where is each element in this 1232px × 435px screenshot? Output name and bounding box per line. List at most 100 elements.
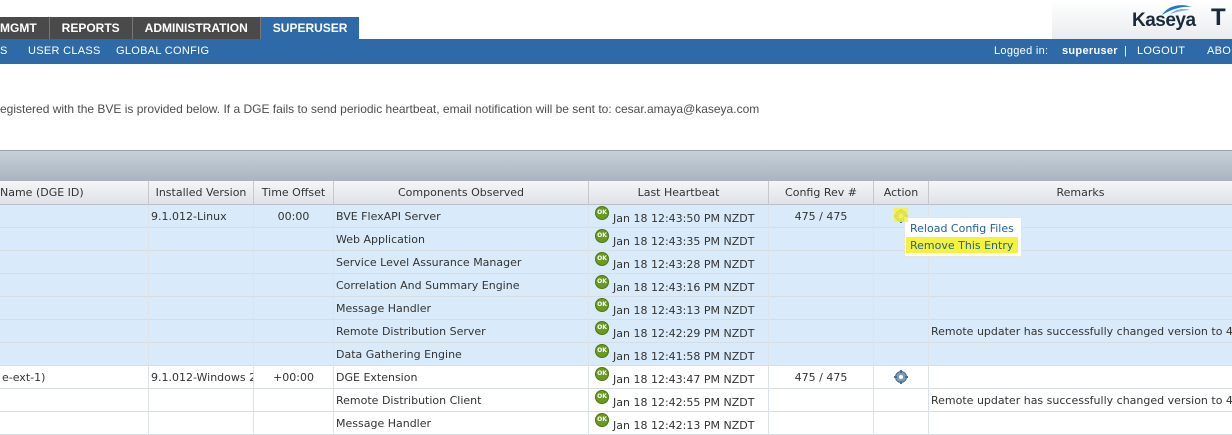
col-components-observed[interactable]: Components Observed bbox=[334, 181, 589, 205]
cell-rev bbox=[769, 320, 874, 343]
table-row[interactable]: Remote Distribution Client OK Jan 18 12:42… bbox=[0, 389, 1232, 412]
cell-heartbeat: OK Jan 18 12:42:55 PM NZDT bbox=[589, 389, 769, 412]
grid-title-bar bbox=[0, 150, 1232, 181]
cell-name bbox=[0, 251, 149, 274]
table-row[interactable]: Service Level Assurance Manager OK Jan 18 … bbox=[0, 251, 1232, 274]
reload-config-files-item[interactable]: Reload Config Files bbox=[910, 222, 1014, 235]
col-installed-version[interactable]: Installed Version bbox=[149, 181, 254, 205]
cell-action bbox=[874, 389, 929, 412]
subnav-item-user-class[interactable]: USER CLASS bbox=[28, 39, 101, 64]
col-name[interactable]: Name (DGE ID) bbox=[0, 181, 149, 205]
col-config-rev[interactable]: Config Rev # bbox=[769, 181, 874, 205]
heartbeat-text: Jan 18 12:41:58 PM NZDT bbox=[613, 350, 755, 363]
cell-heartbeat: OK Jan 18 12:43:13 PM NZDT bbox=[589, 297, 769, 320]
top-bar: MGMT REPORTS ADMINISTRATION SUPERUSER Ka… bbox=[0, 0, 1232, 39]
cell-name bbox=[0, 274, 149, 297]
cell-component: Data Gathering Engine bbox=[334, 343, 589, 366]
action-icon-highlight bbox=[894, 208, 908, 222]
action-context-menu: Reload Config Files Remove This Entry bbox=[904, 217, 1022, 257]
cell-rev bbox=[769, 297, 874, 320]
tab-reports[interactable]: REPORTS bbox=[49, 17, 133, 39]
gear-icon[interactable] bbox=[894, 370, 908, 384]
cell-offset bbox=[254, 274, 334, 297]
col-time-offset[interactable]: Time Offset bbox=[254, 181, 334, 205]
heartbeat-text: Jan 18 12:42:55 PM NZDT bbox=[613, 396, 755, 409]
table-row[interactable]: e-ext-1) 9.1.012-Windows 2 +00:00 DGE Exten… bbox=[0, 366, 1232, 389]
table-row[interactable]: Remote Distribution Server OK Jan 18 12:42… bbox=[0, 320, 1232, 343]
table-row[interactable]: Message Handler OK Jan 18 12:42:13 PM NZDT bbox=[0, 412, 1232, 435]
subnav-item-global-config[interactable]: GLOBAL CONFIG bbox=[116, 39, 209, 64]
cell-rev bbox=[769, 274, 874, 297]
cell-rev bbox=[769, 343, 874, 366]
heartbeat-text: Jan 18 12:43:50 PM NZDT bbox=[613, 212, 755, 225]
brand-name: Kaseya bbox=[1132, 10, 1196, 31]
grid-header: Name (DGE ID) Installed Version Time Off… bbox=[0, 181, 1232, 205]
cell-name bbox=[0, 228, 149, 251]
heartbeat-text: Jan 18 12:43:47 PM NZDT bbox=[613, 373, 755, 386]
col-last-heartbeat[interactable]: Last Heartbeat bbox=[589, 181, 769, 205]
cell-action bbox=[874, 274, 929, 297]
table-row[interactable]: Message Handler OK Jan 18 12:43:13 PM NZDT bbox=[0, 297, 1232, 320]
cell-action bbox=[874, 343, 929, 366]
tab-superuser[interactable]: SUPERUSER bbox=[260, 17, 360, 39]
cell-version bbox=[149, 251, 254, 274]
cell-rev: 475 / 475 bbox=[769, 205, 874, 228]
about-link[interactable]: ABOU bbox=[1207, 39, 1232, 64]
table-row[interactable]: 9.1.012-Linux 00:00 BVE FlexAPI Server OK Ja… bbox=[0, 205, 1232, 228]
table-row[interactable]: Data Gathering Engine OK Jan 18 12:41:58 P… bbox=[0, 343, 1232, 366]
ok-status-icon: OK bbox=[595, 252, 609, 266]
cell-version bbox=[149, 228, 254, 251]
cell-remarks bbox=[929, 297, 1232, 320]
heartbeat-text: Jan 18 12:43:16 PM NZDT bbox=[613, 281, 755, 294]
cell-component: Correlation And Summary Engine bbox=[334, 274, 589, 297]
cell-remarks: Remote updater has successfully changed … bbox=[931, 394, 1232, 407]
cell-version bbox=[149, 389, 254, 412]
main-tabs: MGMT REPORTS ADMINISTRATION SUPERUSER bbox=[0, 17, 360, 39]
cell-name bbox=[0, 297, 149, 320]
table-row[interactable]: Correlation And Summary Engine OK Jan 18 1… bbox=[0, 274, 1232, 297]
cell-heartbeat: OK Jan 18 12:42:29 PM NZDT bbox=[589, 320, 769, 343]
cell-remarks bbox=[929, 274, 1232, 297]
ok-status-icon: OK bbox=[595, 413, 609, 427]
logout-link[interactable]: LOGOUT bbox=[1137, 39, 1185, 64]
cell-name bbox=[0, 343, 149, 366]
cell-version bbox=[149, 343, 254, 366]
cell-heartbeat: OK Jan 18 12:42:13 PM NZDT bbox=[589, 412, 769, 435]
heartbeat-info-message: egistered with the BVE is provided below… bbox=[0, 102, 760, 116]
col-remarks[interactable]: Remarks bbox=[929, 181, 1232, 205]
cell-rev bbox=[769, 412, 874, 435]
cell-version bbox=[149, 297, 254, 320]
heartbeat-text: Jan 18 12:43:35 PM NZDT bbox=[613, 235, 755, 248]
logged-in-label: Logged in: bbox=[994, 45, 1049, 57]
ok-status-icon: OK bbox=[595, 298, 609, 312]
tab-mgmt[interactable]: MGMT bbox=[0, 17, 50, 39]
cell-name bbox=[0, 205, 149, 228]
cell-offset bbox=[254, 412, 334, 435]
cell-name bbox=[0, 412, 149, 435]
cell-offset bbox=[254, 343, 334, 366]
table-row[interactable]: Web Application OK Jan 18 12:43:35 PM NZDT bbox=[0, 228, 1232, 251]
col-action[interactable]: Action bbox=[874, 181, 929, 205]
cell-offset: +00:00 bbox=[254, 366, 334, 389]
cell-component: DGE Extension bbox=[334, 366, 589, 389]
cell-version bbox=[149, 274, 254, 297]
cell-offset: 00:00 bbox=[254, 205, 334, 228]
brand-cut-letter: T bbox=[1211, 4, 1226, 31]
subnav-separator: | bbox=[1124, 45, 1128, 57]
cell-heartbeat: OK Jan 18 12:43:16 PM NZDT bbox=[589, 274, 769, 297]
sub-nav: S USER CLASS GLOBAL CONFIG Logged in: su… bbox=[0, 39, 1232, 64]
cell-offset bbox=[254, 228, 334, 251]
brand-logo: Kaseya T bbox=[1052, 0, 1232, 39]
cell-action bbox=[874, 320, 929, 343]
ok-status-icon: OK bbox=[595, 229, 609, 243]
cell-rev bbox=[769, 251, 874, 274]
cell-component: BVE FlexAPI Server bbox=[334, 205, 589, 228]
cell-component: Message Handler bbox=[334, 412, 589, 435]
subnav-item-s[interactable]: S bbox=[0, 39, 8, 64]
cell-rev bbox=[769, 228, 874, 251]
remove-this-entry-item[interactable]: Remove This Entry bbox=[910, 239, 1013, 252]
cell-heartbeat: OK Jan 18 12:43:47 PM NZDT bbox=[589, 366, 769, 389]
tab-administration[interactable]: ADMINISTRATION bbox=[132, 17, 261, 39]
cell-heartbeat: OK Jan 18 12:43:50 PM NZDT bbox=[589, 205, 769, 228]
cell-remarks bbox=[929, 366, 1232, 389]
